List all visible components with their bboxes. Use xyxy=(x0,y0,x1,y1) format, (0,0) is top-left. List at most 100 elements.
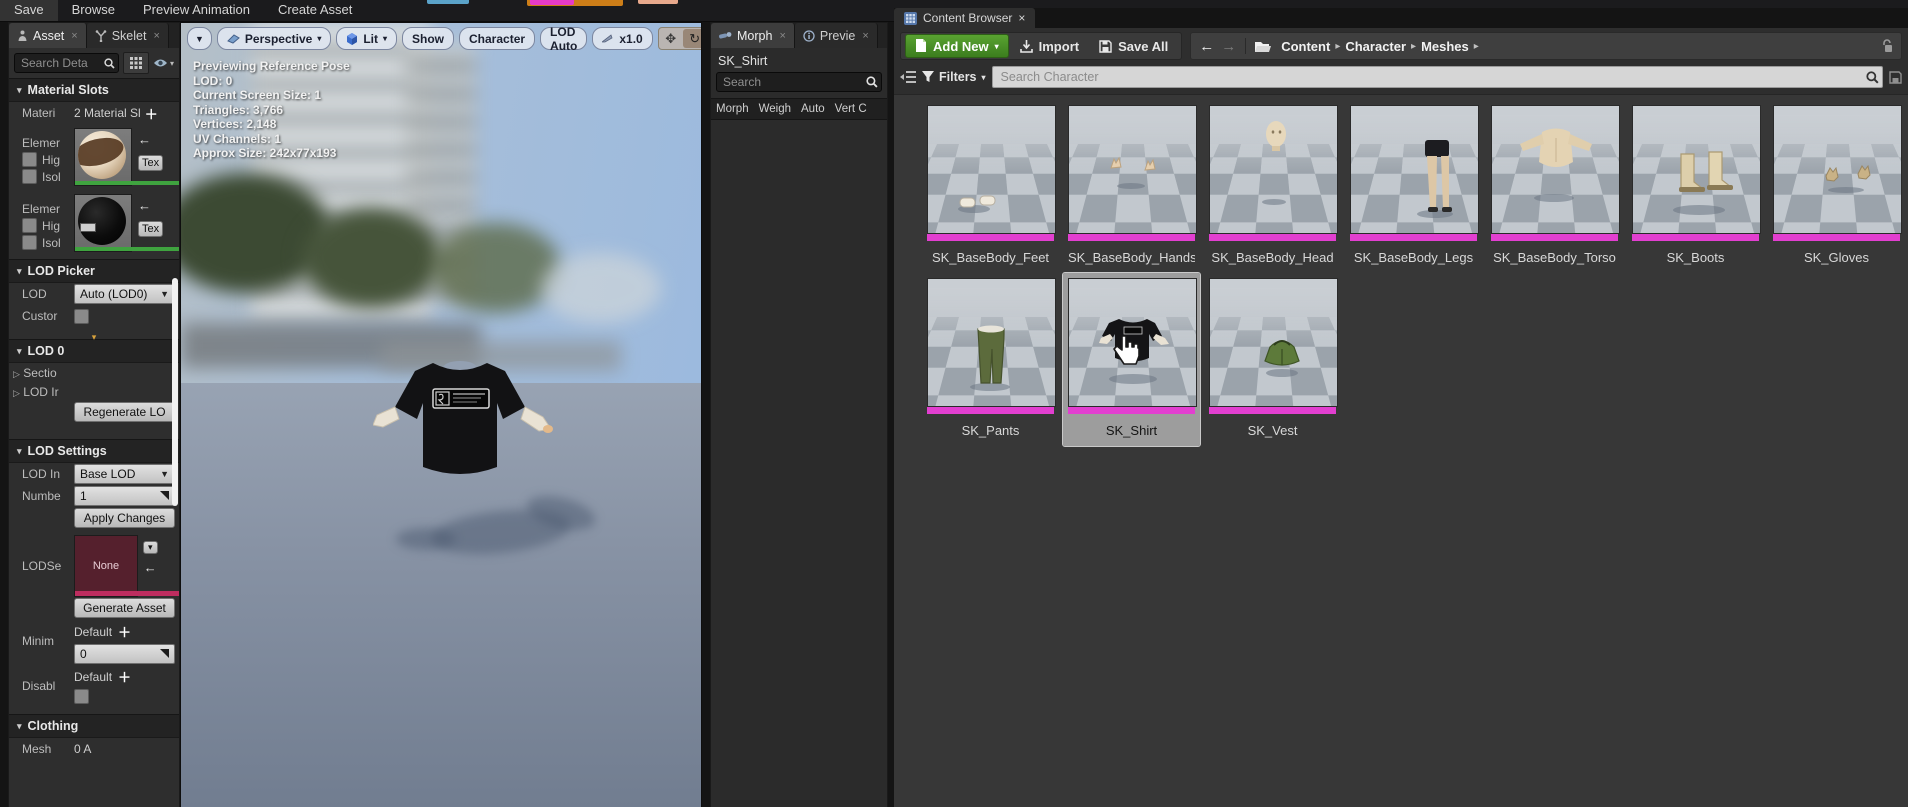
minimum-spinbox[interactable]: 0 xyxy=(74,644,175,664)
viewport-options-button[interactable]: ▼ xyxy=(187,27,212,50)
close-icon[interactable]: × xyxy=(862,30,868,42)
add-default-icon[interactable]: ＋ xyxy=(118,667,131,686)
menu-create-asset[interactable]: Create Asset xyxy=(264,0,366,21)
preview-viewport[interactable]: ▼ Perspective▾ Lit▾ Show Character LOD A… xyxy=(180,22,702,807)
asset-label[interactable]: SK_BaseBody_Torso xyxy=(1491,250,1618,265)
translate-gizmo-button[interactable]: ✥ xyxy=(659,29,683,48)
asset-search-input[interactable] xyxy=(992,66,1883,88)
base-lod-dropdown[interactable]: Base LOD▼ xyxy=(74,464,175,484)
sections-row[interactable]: ▷ Sectio xyxy=(9,363,179,382)
forward-button[interactable]: → xyxy=(1221,38,1236,55)
save-search-icon[interactable] xyxy=(1889,71,1902,84)
checkbox[interactable] xyxy=(22,152,37,167)
add-default-icon[interactable]: ＋ xyxy=(118,622,131,641)
lod-dropdown[interactable]: Auto (LOD0)▼ xyxy=(74,284,175,304)
asset-tile-sk_pants[interactable]: SK_Pants xyxy=(927,278,1054,438)
column-header[interactable]: Weigh xyxy=(754,103,796,115)
section-lod0[interactable]: ▾ LOD 0 xyxy=(9,339,179,363)
lod-info-row[interactable]: ▷ LOD Ir xyxy=(9,382,179,401)
isolate-toggle[interactable]: Isol xyxy=(22,169,74,184)
asset-label[interactable]: SK_BaseBody_Legs xyxy=(1350,250,1477,265)
asset-label[interactable]: SK_BaseBody_Head xyxy=(1209,250,1336,265)
section-expander[interactable]: ▾ xyxy=(9,327,179,339)
spinbox-drag-icon[interactable] xyxy=(159,649,169,659)
use-selected-asset-icon[interactable]: ← xyxy=(138,132,163,147)
generate-asset-button[interactable]: Generate Asset xyxy=(74,598,175,618)
asset-thumbnail[interactable] xyxy=(1209,105,1336,241)
number-spinbox[interactable]: 1 xyxy=(74,486,175,506)
column-header[interactable]: Morph xyxy=(711,103,754,115)
close-icon[interactable]: × xyxy=(153,30,159,42)
use-selected-asset-icon[interactable]: ← xyxy=(138,198,163,213)
asset-thumbnail[interactable] xyxy=(1491,105,1618,241)
section-lod-picker[interactable]: ▾ LOD Picker xyxy=(9,259,179,283)
regenerate-lod-button[interactable]: Regenerate LO xyxy=(74,402,175,422)
asset-tile-sk_vest[interactable]: SK_Vest xyxy=(1209,278,1336,438)
asset-thumbnail[interactable] xyxy=(927,105,1054,241)
section-lod-settings[interactable]: ▾ LOD Settings xyxy=(9,439,179,463)
asset-tile-sk_basebody_feet[interactable]: SK_BaseBody_Feet xyxy=(927,105,1054,265)
asset-label[interactable]: SK_Shirt xyxy=(1068,423,1195,438)
menu-preview-animation[interactable]: Preview Animation xyxy=(129,0,264,21)
disable-checkbox[interactable] xyxy=(74,689,89,704)
add-new-button[interactable]: Add New ▾ xyxy=(905,34,1009,58)
custom-checkbox[interactable] xyxy=(74,309,89,324)
asset-label[interactable]: SK_BaseBody_Hands xyxy=(1068,250,1195,265)
section-material-slots[interactable]: ▾ Material Slots xyxy=(9,78,179,102)
checkbox[interactable] xyxy=(22,235,37,250)
tab-skeleton-tree[interactable]: Skelet × xyxy=(87,23,169,48)
add-material-icon[interactable]: ＋ xyxy=(145,104,158,123)
asset-label[interactable]: SK_Gloves xyxy=(1773,250,1900,265)
breadcrumb-content[interactable]: Content xyxy=(1279,39,1332,54)
collapsed-icon[interactable]: ▷ xyxy=(13,388,20,398)
asset-tile-sk_boots[interactable]: SK_Boots xyxy=(1632,105,1759,265)
column-header[interactable]: Auto xyxy=(796,103,830,115)
show-menu-button[interactable]: Show xyxy=(402,27,454,50)
asset-tile-sk_basebody_head[interactable]: SK_BaseBody_Head xyxy=(1209,105,1336,265)
close-icon[interactable]: × xyxy=(779,30,785,42)
view-options-button[interactable]: ▾ xyxy=(153,58,174,68)
material-text-button[interactable]: Tex xyxy=(138,155,163,171)
content-browser-tab[interactable]: Content Browser × xyxy=(894,8,1035,28)
breadcrumb-meshes[interactable]: Meshes xyxy=(1419,39,1471,54)
collapsed-icon[interactable]: ▷ xyxy=(13,369,20,379)
asset-searchbox[interactable] xyxy=(992,66,1883,88)
lock-icon[interactable] xyxy=(1881,39,1893,54)
import-button[interactable]: Import xyxy=(1011,35,1088,57)
asset-label[interactable]: SK_Pants xyxy=(927,423,1054,438)
material-thumbnail[interactable] xyxy=(74,194,132,252)
checkbox[interactable] xyxy=(22,169,37,184)
back-button[interactable]: ← xyxy=(1199,38,1214,55)
asset-label[interactable]: SK_Boots xyxy=(1632,250,1759,265)
tab-preview-scene-settings[interactable]: Previe × xyxy=(795,23,878,48)
sources-panel-toggle-icon[interactable] xyxy=(900,70,916,84)
asset-thumbnail[interactable] xyxy=(927,278,1054,414)
save-all-button[interactable]: Save All xyxy=(1090,35,1177,57)
spinbox-drag-icon[interactable] xyxy=(159,491,169,501)
close-icon[interactable]: × xyxy=(71,30,77,42)
highlight-toggle[interactable]: Hig xyxy=(22,152,74,167)
apply-changes-button[interactable]: Apply Changes xyxy=(74,508,175,528)
perspective-button[interactable]: Perspective▾ xyxy=(217,27,331,50)
close-icon[interactable]: × xyxy=(1018,11,1025,25)
display-mode-button[interactable] xyxy=(123,52,149,74)
asset-thumbnail[interactable] xyxy=(1773,105,1900,241)
asset-thumbnail[interactable] xyxy=(1068,105,1195,241)
details-scrollbar[interactable] xyxy=(172,278,178,506)
breadcrumb-character[interactable]: Character xyxy=(1343,39,1408,54)
menu-browse[interactable]: Browse xyxy=(58,0,129,21)
section-clothing[interactable]: ▾ Clothing xyxy=(9,714,179,738)
asset-picker-dropdown-icon[interactable]: ▾ xyxy=(143,541,158,554)
menu-save[interactable]: Save xyxy=(0,0,58,21)
filters-button[interactable]: Filters ▾ xyxy=(922,70,986,84)
asset-thumbnail[interactable] xyxy=(1209,278,1336,414)
material-text-button[interactable]: Tex xyxy=(138,221,163,237)
lod-settings-thumbnail[interactable]: None xyxy=(74,535,138,597)
rotate-gizmo-button[interactable]: ↻ xyxy=(683,29,702,48)
lit-mode-button[interactable]: Lit▾ xyxy=(336,27,397,50)
asset-label[interactable]: SK_BaseBody_Feet xyxy=(927,250,1054,265)
asset-grid[interactable]: SK_BaseBody_Feet SK_BaseBody_Hands SK_Base… xyxy=(894,94,1908,807)
highlight-toggle[interactable]: Hig xyxy=(22,218,74,233)
material-thumbnail[interactable] xyxy=(74,128,132,186)
morph-column-headers[interactable]: MorphWeighAutoVert C xyxy=(711,98,887,120)
